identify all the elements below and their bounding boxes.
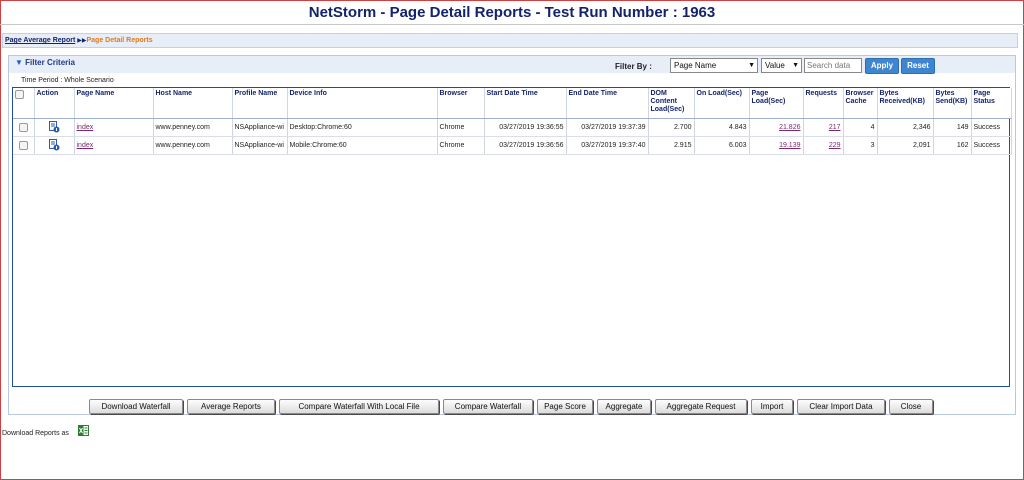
breadcrumb: Page Average Report ▶▶Page Detail Report… bbox=[2, 33, 1018, 48]
aggregate-button[interactable]: Aggregate bbox=[597, 399, 651, 414]
end-date-cell: 03/27/2019 19:37:40 bbox=[566, 136, 649, 155]
action-button-bar: Download Waterfall Average Reports Compa… bbox=[0, 399, 1024, 415]
bytes-send-cell: 162 bbox=[933, 136, 972, 155]
action-cell bbox=[34, 118, 75, 137]
header-on-load[interactable]: On Load(Sec) bbox=[694, 88, 750, 119]
dropdown-arrow-icon: ▼ bbox=[748, 62, 755, 69]
requests-cell: 229 bbox=[803, 136, 844, 155]
filter-field-value: Page Name bbox=[674, 61, 717, 70]
bytes-received-cell: 2,346 bbox=[877, 118, 934, 137]
row-checkbox[interactable] bbox=[18, 140, 28, 150]
download-waterfall-button[interactable]: Download Waterfall bbox=[89, 399, 183, 414]
page-load-cell: 19.139 bbox=[749, 136, 804, 155]
host-name-cell: www.penney.com bbox=[153, 118, 233, 137]
end-date-cell: 03/27/2019 19:37:39 bbox=[566, 118, 649, 137]
page-load-link[interactable]: 21.826 bbox=[779, 124, 800, 131]
header-page-load[interactable]: Page Load(Sec) bbox=[749, 88, 804, 119]
browser-cache-cell: 4 bbox=[843, 118, 878, 137]
page-name-cell: index bbox=[74, 118, 154, 137]
header-page-name[interactable]: Page Name bbox=[74, 88, 154, 119]
filter-bar: ▼ Filter Criteria Filter By : Page Name … bbox=[9, 56, 1015, 74]
filter-value-select[interactable]: Value ▼ bbox=[761, 58, 802, 73]
compare-waterfall-button[interactable]: Compare Waterfall bbox=[443, 399, 533, 414]
dom-content-load-cell: 2.915 bbox=[648, 136, 695, 155]
row-checkbox-cell[interactable] bbox=[13, 136, 35, 155]
on-load-cell: 6.003 bbox=[694, 136, 750, 155]
compare-waterfall-local-file-button[interactable]: Compare Waterfall With Local File bbox=[279, 399, 439, 414]
host-name-cell: www.penney.com bbox=[153, 136, 233, 155]
header-bytes-send[interactable]: Bytes Send(KB) bbox=[933, 88, 972, 119]
device-info-cell: Mobile:Chrome:60 bbox=[287, 136, 438, 155]
requests-link[interactable]: 229 bbox=[829, 142, 841, 149]
requests-link[interactable]: 217 bbox=[829, 124, 841, 131]
browser-cache-cell: 3 bbox=[843, 136, 878, 155]
page-score-button[interactable]: Page Score bbox=[537, 399, 593, 414]
row-checkbox[interactable] bbox=[18, 122, 28, 132]
table-row: index www.penney.com NSAppliance-wi Desk… bbox=[13, 118, 1012, 137]
filter-criteria-label: Filter Criteria bbox=[25, 58, 75, 67]
page-name-cell: index bbox=[74, 136, 154, 155]
page-name-link[interactable]: index bbox=[77, 124, 94, 131]
page-name-link[interactable]: index bbox=[77, 142, 94, 149]
select-all-checkbox[interactable] bbox=[15, 90, 24, 99]
header-dom-content-load[interactable]: DOM Content Load(Sec) bbox=[648, 88, 695, 119]
report-detail-icon[interactable] bbox=[48, 139, 60, 151]
browser-cell: Chrome bbox=[437, 136, 485, 155]
filter-value-value: Value bbox=[765, 61, 785, 70]
table-row: index www.penney.com NSAppliance-wi Mobi… bbox=[13, 136, 1012, 155]
report-panel: ▼ Filter Criteria Filter By : Page Name … bbox=[8, 55, 1016, 415]
profile-name-cell: NSAppliance-wi bbox=[232, 118, 288, 137]
dropdown-arrow-icon: ▼ bbox=[792, 62, 799, 69]
header-end-date-time[interactable]: End Date Time bbox=[566, 88, 649, 119]
header-select-all[interactable] bbox=[13, 88, 35, 119]
report-detail-icon[interactable] bbox=[48, 121, 60, 133]
time-period-label: Time Period : Whole Scenario bbox=[21, 77, 114, 84]
action-cell bbox=[34, 136, 75, 155]
header-host-name[interactable]: Host Name bbox=[153, 88, 233, 119]
breadcrumb-current: Page Detail Reports bbox=[86, 37, 153, 44]
page-detail-table: Action Page Name Host Name Profile Name … bbox=[12, 87, 1012, 387]
row-checkbox-cell[interactable] bbox=[13, 118, 35, 137]
excel-icon[interactable] bbox=[78, 425, 89, 436]
page-load-link[interactable]: 19.139 bbox=[779, 142, 800, 149]
close-button[interactable]: Close bbox=[889, 399, 933, 414]
reset-button[interactable]: Reset bbox=[901, 58, 935, 74]
breadcrumb-page-average-report[interactable]: Page Average Report bbox=[5, 37, 75, 44]
search-input[interactable] bbox=[804, 58, 862, 73]
start-date-cell: 03/27/2019 19:36:56 bbox=[484, 136, 567, 155]
triangle-down-icon: ▼ bbox=[15, 58, 23, 67]
page-title: NetStorm - Page Detail Reports - Test Ru… bbox=[0, 0, 1024, 25]
header-browser[interactable]: Browser bbox=[437, 88, 485, 119]
header-page-status[interactable]: Page Status bbox=[971, 88, 1012, 119]
header-action: Action bbox=[34, 88, 75, 119]
browser-cell: Chrome bbox=[437, 118, 485, 137]
header-profile-name[interactable]: Profile Name bbox=[232, 88, 288, 119]
header-bytes-received[interactable]: Bytes Received(KB) bbox=[877, 88, 934, 119]
clear-import-data-button[interactable]: Clear Import Data bbox=[797, 399, 885, 414]
start-date-cell: 03/27/2019 19:36:55 bbox=[484, 118, 567, 137]
filter-field-select[interactable]: Page Name ▼ bbox=[670, 58, 758, 73]
profile-name-cell: NSAppliance-wi bbox=[232, 136, 288, 155]
average-reports-button[interactable]: Average Reports bbox=[187, 399, 275, 414]
dom-content-load-cell: 2.700 bbox=[648, 118, 695, 137]
header-device-info[interactable]: Device Info bbox=[287, 88, 438, 119]
bytes-received-cell: 2,091 bbox=[877, 136, 934, 155]
table-header-row: Action Page Name Host Name Profile Name … bbox=[13, 88, 1012, 119]
page-load-cell: 21.826 bbox=[749, 118, 804, 137]
download-reports-as-label: Download Reports as bbox=[2, 430, 69, 437]
aggregate-request-button[interactable]: Aggregate Request bbox=[655, 399, 747, 414]
import-button[interactable]: Import bbox=[751, 399, 793, 414]
filter-criteria-toggle[interactable]: ▼ Filter Criteria bbox=[15, 58, 75, 67]
bytes-send-cell: 149 bbox=[933, 118, 972, 137]
header-requests[interactable]: Requests bbox=[803, 88, 844, 119]
page-status-cell: Success bbox=[971, 136, 1012, 155]
on-load-cell: 4.843 bbox=[694, 118, 750, 137]
device-info-cell: Desktop:Chrome:60 bbox=[287, 118, 438, 137]
header-browser-cache[interactable]: Browser Cache bbox=[843, 88, 878, 119]
page-status-cell: Success bbox=[971, 118, 1012, 137]
apply-button[interactable]: Apply bbox=[865, 58, 899, 74]
header-start-date-time[interactable]: Start Date Time bbox=[484, 88, 567, 119]
requests-cell: 217 bbox=[803, 118, 844, 137]
filter-by-label: Filter By : bbox=[615, 62, 652, 71]
